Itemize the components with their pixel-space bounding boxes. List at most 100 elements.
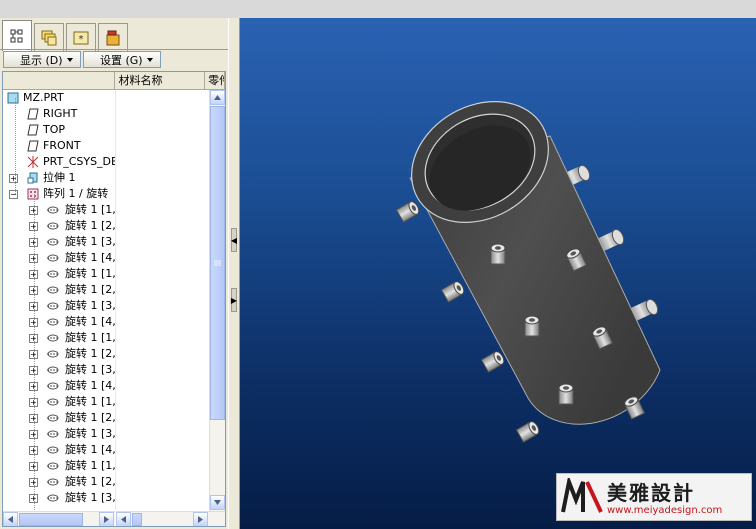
part-icon <box>7 92 19 104</box>
tree-item-label: 旋转 1 [4, <box>65 443 115 456</box>
chevron-left-icon <box>8 516 13 523</box>
settings-dropdown-button[interactable]: 设置 (G) <box>83 51 161 68</box>
revolve-icon <box>47 318 59 326</box>
tree-item-label: 旋转 1 [3, <box>65 491 115 504</box>
watermark-logo: 美雅設計 www.meiyadesign.com <box>556 473 752 521</box>
revolve-icon <box>47 494 59 502</box>
tree-item-label: 旋转 1 [1, <box>65 267 115 280</box>
tree-item-pattern-member[interactable]: + 旋转 1 [4, <box>3 314 115 330</box>
revolve-icon <box>47 206 59 214</box>
tab-model-tree[interactable] <box>2 20 32 51</box>
settings-dropdown-label: 设置 (G) <box>100 53 143 67</box>
tab-favorites[interactable]: * <box>66 23 96 51</box>
coordinate-system-icon <box>27 156 39 168</box>
tree-item-label: TOP <box>43 123 66 136</box>
tree-item-label: 旋转 1 [1, <box>65 395 115 408</box>
tab-tools[interactable] <box>98 23 128 51</box>
favorites-icon: * <box>73 31 89 45</box>
chevron-left-icon <box>121 516 126 523</box>
tree-item-pattern-member[interactable]: + 旋转 1 [2, <box>3 474 115 490</box>
top-strip <box>0 0 756 19</box>
watermark-title: 美雅設計 <box>607 481 695 505</box>
column-material-name[interactable]: 材料名称 <box>115 72 206 89</box>
navigator-tabs: * <box>2 20 128 51</box>
tree-item-pattern-member[interactable]: + 旋转 1 [3, <box>3 426 115 442</box>
scroll-right-button[interactable] <box>193 512 208 526</box>
tree-item-label: 旋转 1 [3, <box>65 299 115 312</box>
tab-layers[interactable] <box>34 23 64 51</box>
tree-item-pattern-member[interactable]: + 旋转 1 [1, <box>3 458 115 474</box>
revolve-icon <box>47 478 59 486</box>
scroll-down-button[interactable] <box>210 495 225 510</box>
tree-item-pattern-member[interactable]: + 旋转 1 [1, <box>3 330 115 346</box>
chevron-down-icon <box>66 57 73 62</box>
tree-vertical-scrollbar[interactable] <box>209 90 225 511</box>
tree-item-pattern-member[interactable]: + 旋转 1 [4, <box>3 378 115 394</box>
scroll-up-button[interactable] <box>210 90 225 105</box>
scroll-right-button[interactable] <box>99 512 114 526</box>
tree-item-extrude[interactable]: + 拉伸 1 <box>3 170 115 186</box>
tree-items: MZ.PRT RIGHT TOP FRONT PRT_CSYS_DE + 拉伸 … <box>3 90 115 510</box>
tree-item-pattern-member[interactable]: + 旋转 1 [2, <box>3 346 115 362</box>
tools-icon <box>106 30 120 45</box>
boss-pin <box>490 243 506 265</box>
datum-plane-icon <box>27 108 39 120</box>
tree-item-datum-front[interactable]: FRONT <box>3 138 115 154</box>
collapse-left-icon[interactable]: ◀ <box>231 228 237 252</box>
tree-guide-line <box>34 194 35 510</box>
tree-item-pattern-member[interactable]: + 旋转 1 [2, <box>3 282 115 298</box>
tree-item-label: 旋转 1 [2, <box>65 411 115 424</box>
boss-pin <box>558 383 574 405</box>
tree-item-csys[interactable]: PRT_CSYS_DE <box>3 154 115 170</box>
column-tree[interactable] <box>3 72 116 89</box>
revolve-icon <box>47 446 59 454</box>
tree-item-pattern-member[interactable]: + 旋转 1 [4, <box>3 442 115 458</box>
svg-text:*: * <box>79 34 84 45</box>
tree-item-pattern-member[interactable]: + 旋转 1 [3, <box>3 362 115 378</box>
tree-horizontal-scrollbar[interactable] <box>3 511 115 526</box>
chevron-up-icon <box>214 95 221 100</box>
tree-item-pattern-member[interactable]: + 旋转 1 [3, <box>3 234 115 250</box>
tree-item-datum-top[interactable]: TOP <box>3 122 115 138</box>
tree-item-label: 旋转 1 [4, <box>65 315 115 328</box>
revolve-icon <box>47 254 59 262</box>
show-dropdown-button[interactable]: 显示 (D) <box>3 51 81 68</box>
boss-pin <box>395 201 420 223</box>
tree-item-pattern-member[interactable]: + 旋转 1 [2, <box>3 410 115 426</box>
scroll-left-button[interactable] <box>116 512 131 526</box>
tree-item-label: 旋转 1 [2, <box>65 347 115 360</box>
boss-pin <box>524 315 540 337</box>
tree-item-pattern-member[interactable]: + 旋转 1 [3, <box>3 490 115 506</box>
expand-right-icon[interactable]: ▶ <box>231 288 237 312</box>
cylinder-body <box>409 101 661 425</box>
boss-pin <box>480 351 505 373</box>
tree-item-root[interactable]: MZ.PRT <box>3 90 115 106</box>
tree-item-label: PRT_CSYS_DE <box>43 155 115 168</box>
scroll-thumb[interactable] <box>19 513 83 526</box>
graphics-viewport[interactable] <box>240 18 756 529</box>
column-part[interactable]: 零件 <box>205 72 225 89</box>
scroll-left-button[interactable] <box>3 512 18 526</box>
collapse-icon[interactable]: − <box>9 190 18 199</box>
expand-icon[interactable]: + <box>9 174 18 183</box>
tree-item-pattern-member[interactable]: + 旋转 1 [1, <box>3 202 115 218</box>
revolve-icon <box>47 334 59 342</box>
revolve-icon <box>47 222 59 230</box>
tree-item-label: 旋转 1 [3, <box>65 427 115 440</box>
scroll-thumb[interactable] <box>210 106 225 420</box>
tree-item-pattern-member[interactable]: + 旋转 1 [3, <box>3 298 115 314</box>
panel-splitter[interactable]: ◀ ▶ <box>228 18 240 529</box>
tree-item-pattern-member[interactable]: + 旋转 1 [1, <box>3 266 115 282</box>
tree-item-pattern-member[interactable]: + 旋转 1 [2, <box>3 218 115 234</box>
tree-item-pattern[interactable]: − 阵列 1 / 旋转 <box>3 186 115 202</box>
scroll-thumb[interactable] <box>132 513 142 526</box>
tree-item-label: 旋转 1 [4, <box>65 251 115 264</box>
material-horizontal-scrollbar[interactable] <box>116 511 225 526</box>
tree-item-pattern-member[interactable]: + 旋转 1 [1, <box>3 394 115 410</box>
tree-item-label: MZ.PRT <box>23 91 64 104</box>
revolve-icon <box>47 302 59 310</box>
tree-item-pattern-member[interactable]: + 旋转 1 [4, <box>3 250 115 266</box>
tree-item-datum-right[interactable]: RIGHT <box>3 106 115 122</box>
tree-item-label: 拉伸 1 <box>43 171 76 184</box>
navigator-panel: * 显示 (D) 设置 (G) 材料名称 零件 <box>0 18 228 529</box>
